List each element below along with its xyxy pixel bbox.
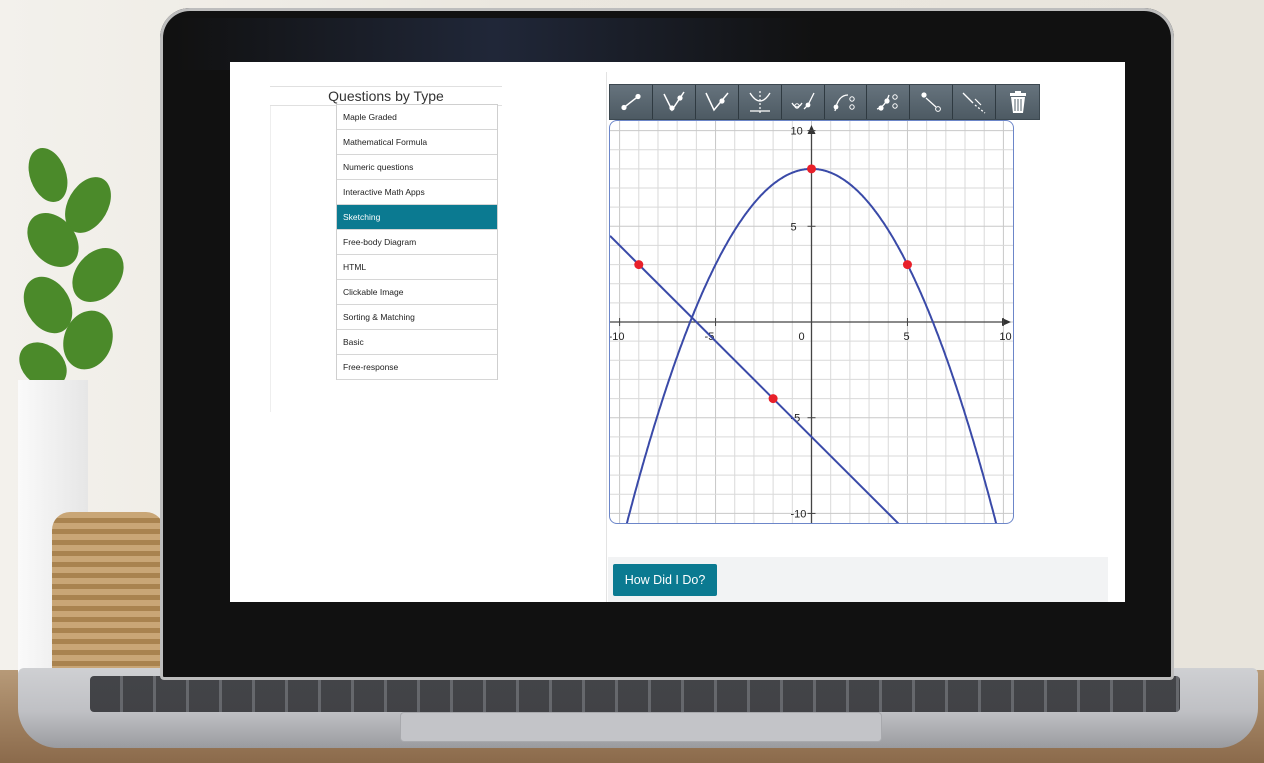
asymptote-icon xyxy=(749,91,771,113)
y-axis-arrow xyxy=(807,125,816,134)
question-type-list: Maple Graded Mathematical Formula Numeri… xyxy=(336,104,498,380)
question-type-item[interactable]: Interactive Math Apps xyxy=(337,180,497,205)
x-tick-label: -10 xyxy=(610,331,625,343)
control-point xyxy=(902,260,912,270)
dashed-line-icon xyxy=(962,92,986,114)
trackpad xyxy=(400,712,882,742)
sketch-toolbar xyxy=(609,84,1040,120)
keyboard xyxy=(90,676,1180,712)
control-point xyxy=(807,164,816,174)
laptop-screen: Questions by Type Maple Graded Mathemati… xyxy=(230,62,1125,602)
question-type-item[interactable]: Free-response xyxy=(337,355,497,380)
question-type-item[interactable]: Basic xyxy=(337,330,497,355)
graph-canvas[interactable]: -10 -5 0 5 10105-5-10 xyxy=(610,121,1013,523)
dashed-line-tool[interactable] xyxy=(953,85,997,119)
x-tick-label: 5 xyxy=(903,331,909,343)
question-type-item[interactable]: Maple Graded xyxy=(337,105,497,130)
polyline-tool[interactable] xyxy=(695,85,739,119)
parabola-icon xyxy=(791,92,815,110)
line-segment-icon xyxy=(621,93,641,111)
question-type-item[interactable]: Clickable Image xyxy=(337,280,497,305)
question-type-item[interactable]: Free-body Diagram xyxy=(337,230,497,255)
panel-divider xyxy=(606,72,607,602)
y-tick-label: -10 xyxy=(791,508,807,520)
question-type-item[interactable]: HTML xyxy=(337,255,497,280)
control-point xyxy=(768,394,778,404)
question-type-item[interactable]: Mathematical Formula xyxy=(337,130,497,155)
asymptote-tool[interactable] xyxy=(738,85,782,119)
polyline-icon xyxy=(705,92,729,112)
delete-tool[interactable] xyxy=(996,85,1040,119)
question-type-item[interactable]: Numeric questions xyxy=(337,155,497,180)
x-tick-label: 10 xyxy=(999,331,1011,343)
ray-icon xyxy=(663,91,685,112)
x-tick-label: 0 xyxy=(799,331,805,343)
curve-point-tool[interactable] xyxy=(824,85,868,119)
panel-rule xyxy=(270,106,271,412)
point-icon xyxy=(921,92,942,112)
sketch-graph[interactable]: -10 -5 0 5 10 10 5 -5 -10 xyxy=(609,120,1014,524)
curve-point-icon xyxy=(834,94,856,112)
point-tool[interactable] xyxy=(910,85,954,119)
y-tick-label: 10 xyxy=(791,126,803,138)
control-point xyxy=(634,260,644,270)
multi-point-icon xyxy=(877,94,899,111)
trash-icon xyxy=(1009,91,1026,113)
line-segment-tool[interactable] xyxy=(610,85,653,119)
question-type-item[interactable]: Sorting & Matching xyxy=(337,305,497,330)
question-type-item-active[interactable]: Sketching xyxy=(337,205,497,230)
plant-icon xyxy=(19,147,124,388)
wicker-basket xyxy=(52,512,164,682)
how-did-i-do-button[interactable]: How Did I Do? xyxy=(613,564,717,596)
ray-tool[interactable] xyxy=(652,85,696,119)
multi-point-tool[interactable] xyxy=(867,85,911,119)
question-types-heading: Questions by Type xyxy=(270,86,502,106)
parabola-tool[interactable] xyxy=(781,85,825,119)
y-tick-label: 5 xyxy=(791,221,797,233)
